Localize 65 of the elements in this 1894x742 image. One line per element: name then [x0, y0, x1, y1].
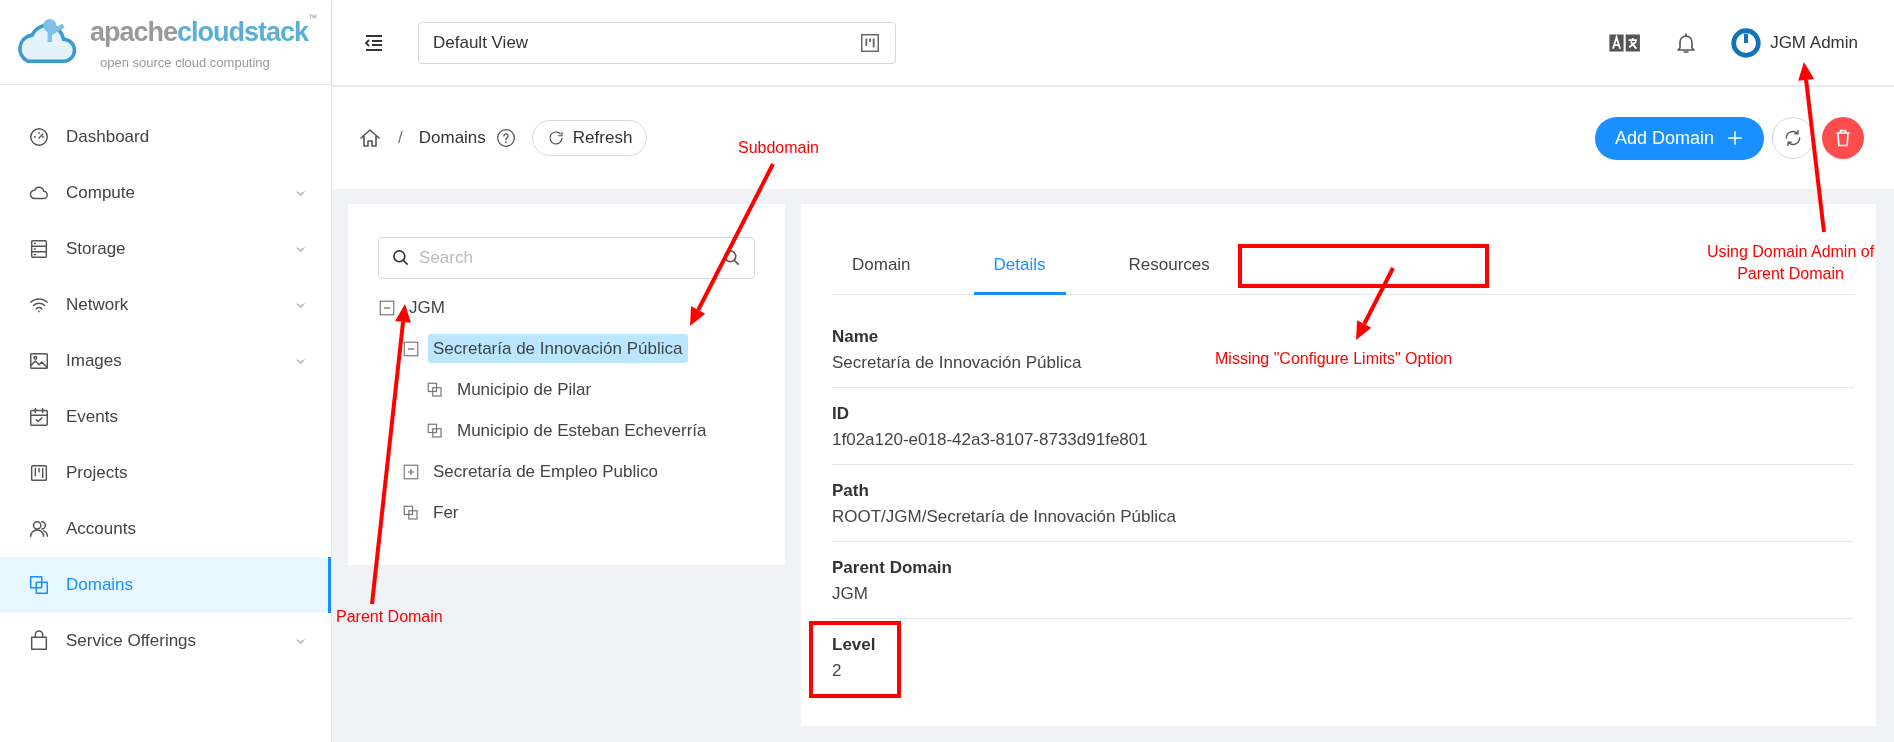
sidebar-item[interactable]: Accounts — [0, 501, 331, 557]
tree-node[interactable]: Secretaría de Empleo Publico — [428, 456, 663, 487]
domain-icon — [402, 503, 420, 522]
gauge-icon — [28, 126, 50, 148]
sidebar-item[interactable]: Storage — [0, 221, 331, 277]
help-icon — [495, 128, 516, 148]
tree-node[interactable]: Secretaría de Innovación Pública — [428, 333, 688, 364]
search-field[interactable]: Search — [378, 237, 755, 279]
sidebar-item[interactable]: Projects — [0, 445, 331, 501]
domain-icon — [426, 380, 444, 399]
collapse-icon[interactable] — [378, 298, 396, 317]
logo-tagline: open source cloud computing — [100, 53, 271, 72]
trademark-mark: ™ — [308, 12, 318, 23]
power-icon[interactable] — [1730, 26, 1763, 59]
domain-icon — [28, 574, 50, 596]
field-label: Level — [832, 634, 877, 656]
tab[interactable]: Resources — [1108, 237, 1230, 295]
tab[interactable]: Domain — [832, 237, 931, 295]
tree-node[interactable]: Municipio de Pilar — [452, 374, 597, 405]
field-value: JGM — [832, 582, 868, 605]
search-icon — [391, 248, 411, 268]
view-select[interactable]: Default View — [418, 21, 896, 64]
field-label: ID — [832, 403, 850, 425]
reload-icon — [546, 129, 565, 147]
plus-icon — [1726, 129, 1744, 147]
sidebar-item[interactable]: Images — [0, 333, 331, 389]
annotation-note: Subdomain — [738, 138, 819, 158]
field-label: Path — [832, 480, 870, 502]
tree-node[interactable]: Municipio de Esteban Echeverría — [452, 415, 712, 446]
field-label: Parent Domain — [832, 557, 953, 579]
logo-text: apache — [90, 16, 178, 49]
delete-button[interactable] — [1822, 117, 1864, 159]
users-icon — [28, 518, 50, 540]
breadcrumb-current: Domains — [418, 127, 486, 150]
field-value: 1f02a120-e018-42a3-8107-8733d91fe801 — [832, 428, 1148, 451]
tree-node[interactable]: Fer — [428, 497, 464, 528]
trash-icon — [1833, 128, 1853, 148]
logo-text: cloudstack — [177, 16, 309, 49]
domain-icon — [426, 421, 444, 440]
sidebar-item[interactable]: Dashboard — [0, 109, 331, 165]
board-icon — [859, 31, 881, 54]
user-name[interactable]: JGM Admin — [1770, 29, 1858, 56]
breadcrumb-separator: / — [398, 127, 403, 150]
image-icon — [28, 350, 50, 372]
annotation-note: Using Domain Admin of Parent Domain — [1705, 242, 1876, 285]
sidebar-item[interactable]: Network — [0, 277, 331, 333]
field-label: Name — [832, 326, 880, 348]
sidebar-item[interactable]: Service Offerings — [0, 613, 331, 669]
tree-node[interactable]: JGM — [404, 292, 450, 323]
sync-icon — [1783, 128, 1803, 148]
annotation-note: Missing "Configure Limits" Option — [1215, 349, 1453, 369]
refresh-button[interactable]: Refresh — [531, 120, 648, 156]
annotation-note: Parent Domain — [336, 607, 443, 627]
board-icon — [28, 462, 50, 484]
bag-icon — [28, 630, 50, 652]
collapse-icon[interactable] — [402, 339, 420, 358]
storage-icon — [28, 238, 50, 260]
calendar-icon — [28, 406, 50, 428]
sidebar-item[interactable]: Events — [0, 389, 331, 445]
field-value: 2 — [832, 659, 842, 682]
sync-button[interactable] — [1772, 117, 1814, 159]
field-value: Secretaría de Innovación Pública — [832, 351, 1082, 374]
expand-icon[interactable] — [402, 462, 420, 481]
field-value: ROOT/JGM/Secretaría de Innovación Pública — [832, 505, 1176, 528]
sidebar-item[interactable]: Compute — [0, 165, 331, 221]
